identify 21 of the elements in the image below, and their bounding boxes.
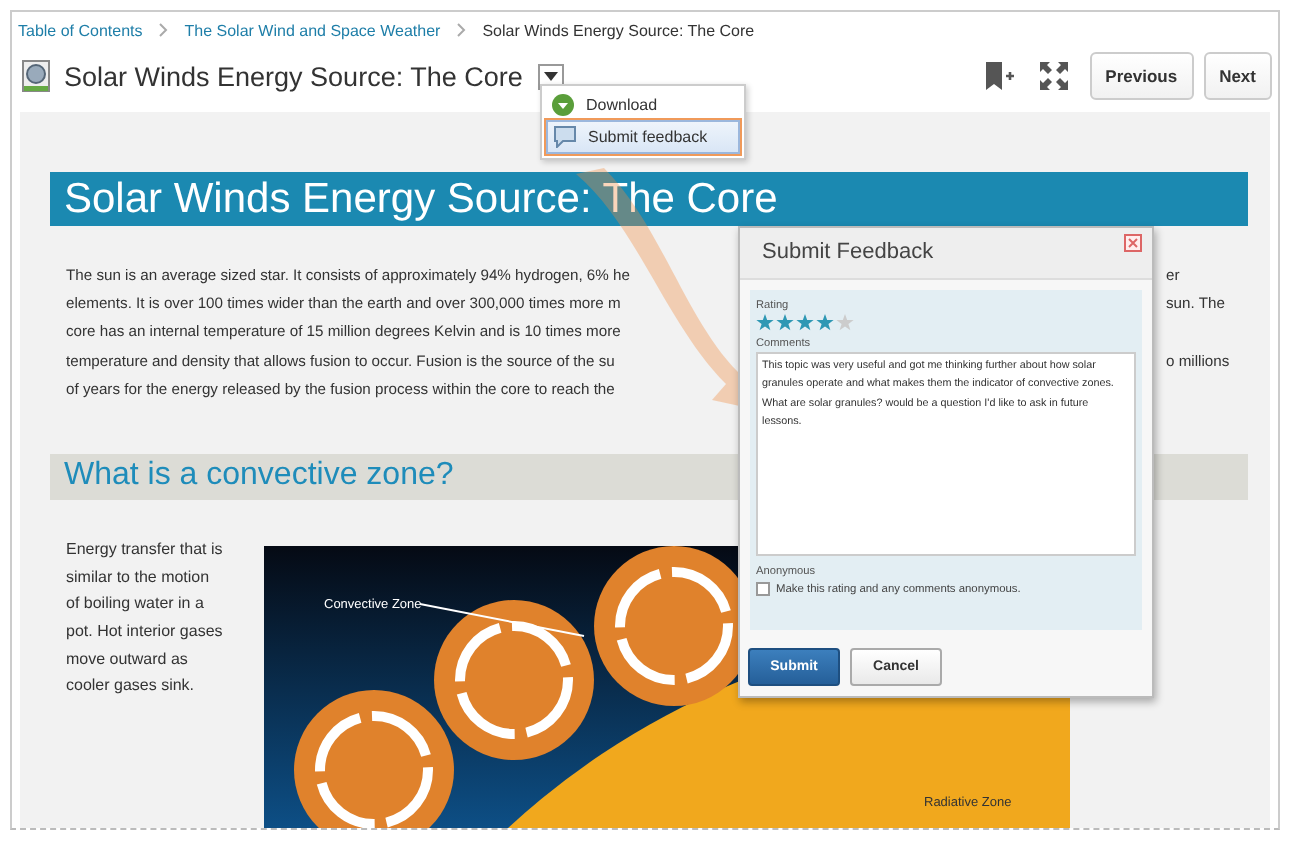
star-rating[interactable] bbox=[756, 314, 854, 332]
breadcrumb-link[interactable]: The Solar Wind and Space Weather bbox=[184, 21, 441, 39]
globe-document-icon bbox=[22, 60, 50, 92]
download-icon bbox=[552, 94, 574, 116]
body-text: Energy transfer that is similar to the motion of boiling water in a pot. Hot interior gases move outward as cooler gases sink. bbox=[66, 537, 225, 699]
topic-heading: Solar Winds Energy Source: The Core bbox=[50, 172, 1248, 226]
chevron-icon bbox=[158, 22, 169, 38]
fullscreen-icon[interactable] bbox=[1039, 62, 1068, 90]
menu-item[interactable]: Submit feedback bbox=[546, 120, 740, 154]
speech-bubble-icon bbox=[554, 126, 576, 148]
close-icon[interactable] bbox=[1124, 234, 1142, 252]
bookmark-add-icon[interactable] bbox=[983, 60, 1016, 92]
breadcrumb-current: Solar Winds Energy Source: The Core bbox=[482, 21, 755, 39]
nav-button[interactable]: Previous bbox=[1089, 52, 1194, 100]
menu-item[interactable]: Download bbox=[546, 90, 740, 120]
page-title: Solar Winds Energy Source: The Core bbox=[64, 61, 523, 91]
dialog-title: Submit Feedback bbox=[762, 240, 934, 264]
checkbox[interactable] bbox=[756, 582, 770, 596]
nav-button[interactable]: Next bbox=[1203, 52, 1272, 100]
chevron-icon bbox=[456, 22, 467, 38]
breadcrumb-link[interactable]: Table of Contents bbox=[18, 21, 143, 39]
